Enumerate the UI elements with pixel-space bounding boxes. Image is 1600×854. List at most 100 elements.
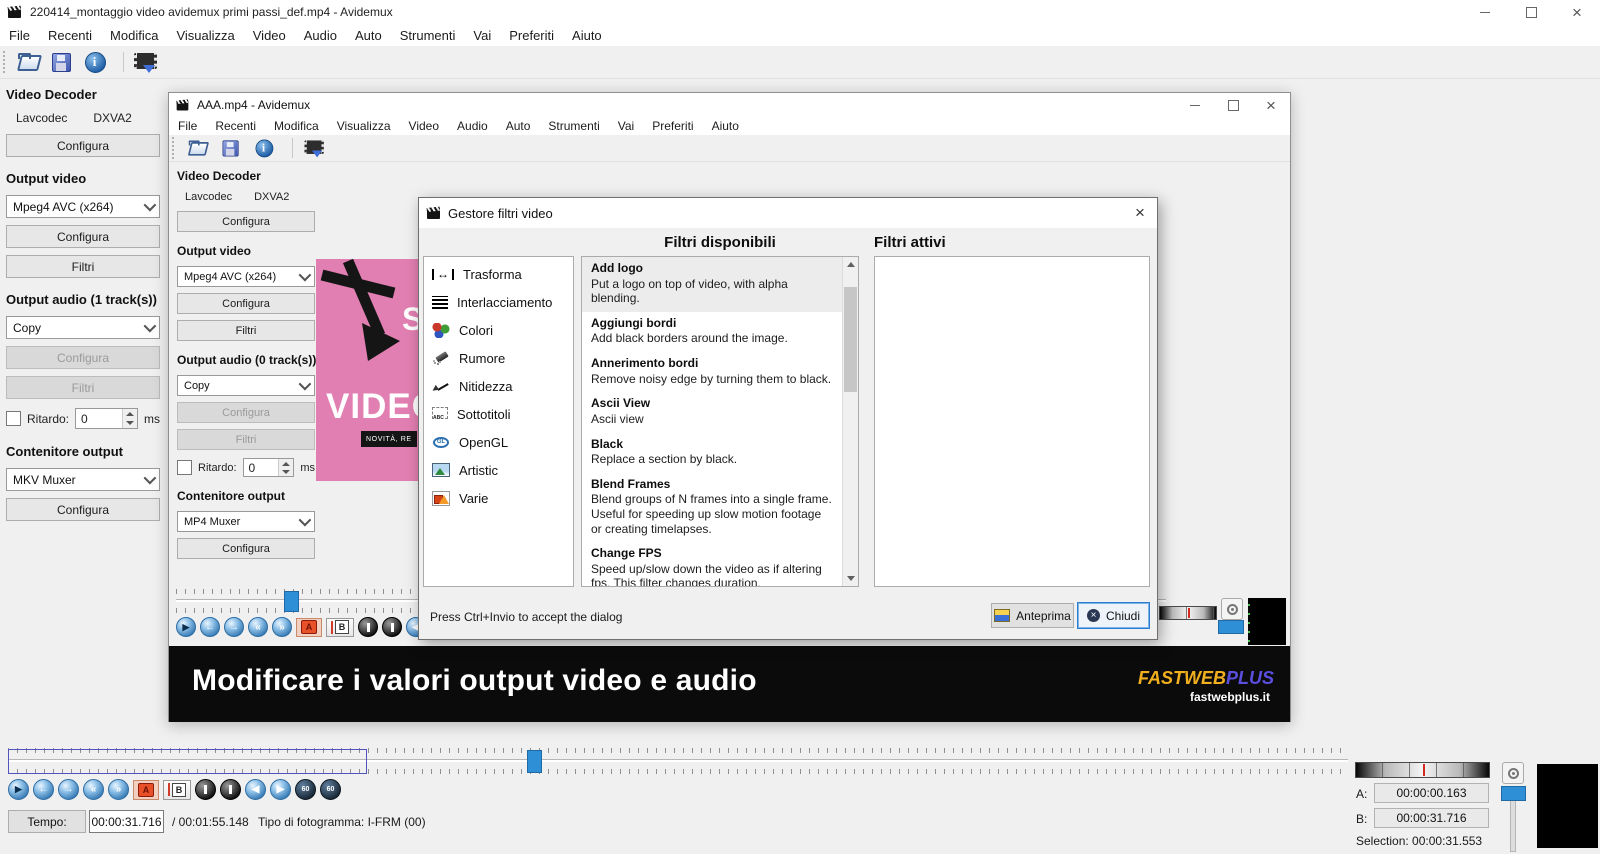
close-button[interactable] bbox=[1252, 93, 1290, 117]
open-icon[interactable] bbox=[188, 139, 208, 158]
spin-down-icon[interactable] bbox=[279, 468, 293, 477]
audio-delay-spinner[interactable]: 0 bbox=[75, 408, 138, 429]
current-time-field[interactable]: 00:00:31.716 bbox=[89, 810, 164, 833]
minimize-button[interactable] bbox=[1462, 0, 1508, 24]
mute-button[interactable] bbox=[1502, 762, 1524, 784]
video-codec-select[interactable]: Mpeg4 AVC (x264) bbox=[177, 266, 315, 287]
category-nitidezza[interactable]: Nitidezza bbox=[424, 372, 573, 400]
scroll-down-icon[interactable] bbox=[843, 571, 858, 586]
next-black-frame-button[interactable]: ▶ bbox=[270, 779, 291, 800]
video-filters-icon[interactable] bbox=[302, 139, 322, 158]
inner-menu-file[interactable]: File bbox=[169, 117, 206, 135]
video-filters-icon[interactable] bbox=[131, 51, 155, 73]
audio-codec-select[interactable]: Copy bbox=[6, 316, 160, 339]
info-icon[interactable] bbox=[254, 139, 274, 158]
mute-button[interactable] bbox=[1221, 598, 1243, 620]
time-label-button[interactable]: Tempo: bbox=[8, 810, 86, 833]
back-60s-button[interactable]: 60 bbox=[295, 779, 316, 800]
outer-menu-visualizza[interactable]: Visualizza bbox=[167, 26, 243, 45]
outer-menu-modifica[interactable]: Modifica bbox=[101, 26, 167, 45]
scroll-up-icon[interactable] bbox=[843, 257, 858, 272]
step-back-button[interactable]: ← bbox=[200, 617, 220, 637]
container-configure-button[interactable]: Configura bbox=[177, 538, 315, 559]
video-configure-button[interactable]: Configura bbox=[177, 293, 315, 314]
main-timeline-ruler[interactable] bbox=[8, 748, 1348, 774]
container-select[interactable]: MKV Muxer bbox=[6, 468, 160, 491]
filter-blend-frames[interactable]: Blend FramesBlend groups of N frames int… bbox=[582, 473, 843, 542]
video-codec-select[interactable]: Mpeg4 AVC (x264) bbox=[6, 195, 160, 218]
inner-menu-visualizza[interactable]: Visualizza bbox=[328, 117, 400, 135]
inner-menu-aiuto[interactable]: Aiuto bbox=[703, 117, 748, 135]
outer-menu-strumenti[interactable]: Strumenti bbox=[391, 26, 465, 45]
step-back-button[interactable]: ← bbox=[33, 779, 54, 800]
outer-menu-preferiti[interactable]: Preferiti bbox=[500, 26, 563, 45]
video-configure-button[interactable]: Configura bbox=[6, 225, 160, 248]
save-icon[interactable] bbox=[50, 51, 74, 73]
inner-menu-audio[interactable]: Audio bbox=[448, 117, 497, 135]
filter-black[interactable]: BlackReplace a section by black. bbox=[582, 433, 843, 473]
category-rumore[interactable]: Rumore bbox=[424, 344, 573, 372]
close-button[interactable] bbox=[1554, 0, 1600, 24]
outer-menu-video[interactable]: Video bbox=[244, 26, 295, 45]
volume-slider-handle[interactable] bbox=[1501, 786, 1526, 801]
step-forward-button[interactable]: → bbox=[58, 779, 79, 800]
inner-menu-video[interactable]: Video bbox=[400, 117, 448, 135]
set-marker-b-button[interactable]: B bbox=[163, 780, 191, 800]
audio-delay-spinner[interactable]: 0 bbox=[243, 458, 295, 477]
close-dialog-button[interactable]: Chiudi bbox=[1077, 602, 1150, 629]
timeline-position-handle[interactable] bbox=[527, 750, 542, 773]
category-interlacciamento[interactable]: Interlacciamento bbox=[424, 288, 573, 316]
play-button[interactable]: ▶ bbox=[8, 779, 29, 800]
outer-menu-audio[interactable]: Audio bbox=[295, 26, 346, 45]
last-frame-button[interactable] bbox=[220, 779, 241, 800]
inner-menu-modifica[interactable]: Modifica bbox=[265, 117, 328, 135]
restore-button[interactable] bbox=[1214, 93, 1252, 117]
jog-wheel[interactable] bbox=[1355, 762, 1490, 778]
audio-codec-select[interactable]: Copy bbox=[177, 375, 315, 396]
filter-add-logo[interactable]: Add logoPut a logo on top of video, with… bbox=[582, 257, 843, 312]
category-varie[interactable]: Varie bbox=[424, 484, 573, 512]
scrollbar-thumb[interactable] bbox=[844, 287, 857, 392]
category-artistic[interactable]: Artistic bbox=[424, 456, 573, 484]
outer-menu-file[interactable]: File bbox=[0, 26, 39, 45]
spin-up-icon[interactable] bbox=[279, 459, 293, 468]
preview-button[interactable]: Anteprima bbox=[991, 603, 1074, 628]
dialog-close-icon[interactable]: × bbox=[1123, 198, 1157, 228]
filter-aggiungi-bordi[interactable]: Aggiungi bordiAdd black borders around t… bbox=[582, 312, 843, 352]
container-configure-button[interactable]: Configura bbox=[6, 498, 160, 521]
filter-change-fps[interactable]: Change FPSSpeed up/slow down the video a… bbox=[582, 542, 843, 587]
forward-60s-button[interactable]: 60 bbox=[320, 779, 341, 800]
video-filters-button[interactable]: Filtri bbox=[6, 255, 160, 278]
category-trasforma[interactable]: Trasforma bbox=[424, 260, 573, 288]
prev-keyframe-button[interactable]: « bbox=[83, 779, 104, 800]
prev-black-frame-button[interactable]: ◀ bbox=[245, 779, 266, 800]
spin-down-icon[interactable] bbox=[123, 419, 137, 429]
prev-keyframe-button[interactable]: « bbox=[248, 617, 268, 637]
container-select[interactable]: MP4 Muxer bbox=[177, 511, 315, 532]
timeline-position-handle[interactable] bbox=[284, 591, 299, 612]
video-filters-button[interactable]: Filtri bbox=[177, 320, 315, 341]
last-frame-button[interactable] bbox=[382, 617, 402, 637]
volume-slider-handle[interactable] bbox=[1218, 620, 1244, 634]
audio-delay-checkbox[interactable] bbox=[177, 460, 192, 475]
inner-menu-vai[interactable]: Vai bbox=[609, 117, 643, 135]
outer-menu-auto[interactable]: Auto bbox=[346, 26, 391, 45]
set-marker-a-button[interactable]: A bbox=[133, 780, 159, 800]
decoder-configure-button[interactable]: Configura bbox=[177, 211, 315, 232]
inner-menu-auto[interactable]: Auto bbox=[497, 117, 540, 135]
outer-menu-aiuto[interactable]: Aiuto bbox=[563, 26, 611, 45]
inner-menu-preferiti[interactable]: Preferiti bbox=[643, 117, 702, 135]
next-keyframe-button[interactable]: » bbox=[108, 779, 129, 800]
filter-annerimento-bordi[interactable]: Annerimento bordiRemove noisy edge by tu… bbox=[582, 352, 843, 392]
outer-menu-recenti[interactable]: Recenti bbox=[39, 26, 101, 45]
inner-menu-recenti[interactable]: Recenti bbox=[206, 117, 265, 135]
category-sottotitoli[interactable]: Sottotitoli bbox=[424, 400, 573, 428]
save-icon[interactable] bbox=[221, 139, 241, 158]
category-colori[interactable]: Colori bbox=[424, 316, 573, 344]
info-icon[interactable] bbox=[83, 51, 107, 73]
audio-delay-checkbox[interactable] bbox=[6, 411, 21, 426]
decoder-configure-button[interactable]: Configura bbox=[6, 134, 160, 157]
active-filters-list[interactable] bbox=[874, 256, 1150, 587]
outer-menu-vai[interactable]: Vai bbox=[464, 26, 500, 45]
next-keyframe-button[interactable]: » bbox=[272, 617, 292, 637]
